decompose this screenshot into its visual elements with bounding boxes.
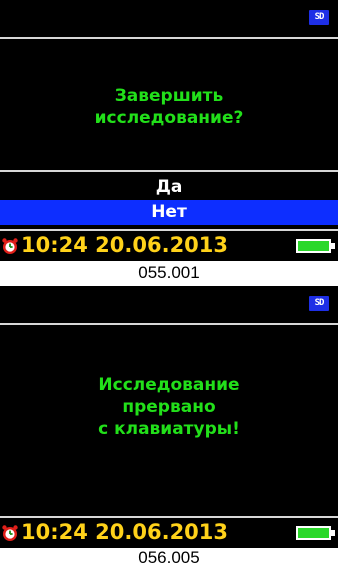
message-line: исследование? xyxy=(94,108,244,128)
clock-readout: 10:24 20.06.2013 xyxy=(21,232,228,259)
option-yes[interactable]: Да xyxy=(0,175,338,200)
footer-divider xyxy=(0,516,338,518)
status-date: 20.06.2013 xyxy=(95,233,229,257)
message-line: Завершить xyxy=(114,86,224,106)
message-line: прервано xyxy=(122,397,216,417)
message-line: Исследование xyxy=(98,375,240,395)
device-screen-interrupted: SD Исследование прервано с клавиатуры! 1… xyxy=(0,286,338,548)
confirm-message: Завершить исследование? xyxy=(0,85,338,129)
status-bar: 10:24 20.06.2013 xyxy=(0,519,338,546)
option-no[interactable]: Нет xyxy=(0,200,338,225)
header-divider xyxy=(0,323,338,325)
battery-icon xyxy=(296,526,335,540)
screen-caption: 056.005 xyxy=(138,548,200,567)
device-screen-confirm: SD Завершить исследование? Да Нет 10:24 … xyxy=(0,0,338,261)
status-time: 10:24 xyxy=(21,520,88,544)
status-date: 20.06.2013 xyxy=(95,520,229,544)
alarm-clock-icon xyxy=(2,238,18,254)
message-line: с клавиатуры! xyxy=(98,419,240,439)
status-bar: 10:24 20.06.2013 xyxy=(0,232,338,259)
sd-card-icon: SD xyxy=(309,10,329,25)
footer-divider xyxy=(0,229,338,231)
interrupted-message: Исследование прервано с клавиатуры! xyxy=(0,374,338,440)
options-divider xyxy=(0,170,338,172)
header-divider xyxy=(0,37,338,39)
sd-card-icon: SD xyxy=(309,296,329,311)
battery-icon xyxy=(296,239,335,253)
status-time: 10:24 xyxy=(21,233,88,257)
alarm-clock-icon xyxy=(2,525,18,541)
clock-readout: 10:24 20.06.2013 xyxy=(21,519,228,546)
screen-caption: 055.001 xyxy=(138,263,200,282)
